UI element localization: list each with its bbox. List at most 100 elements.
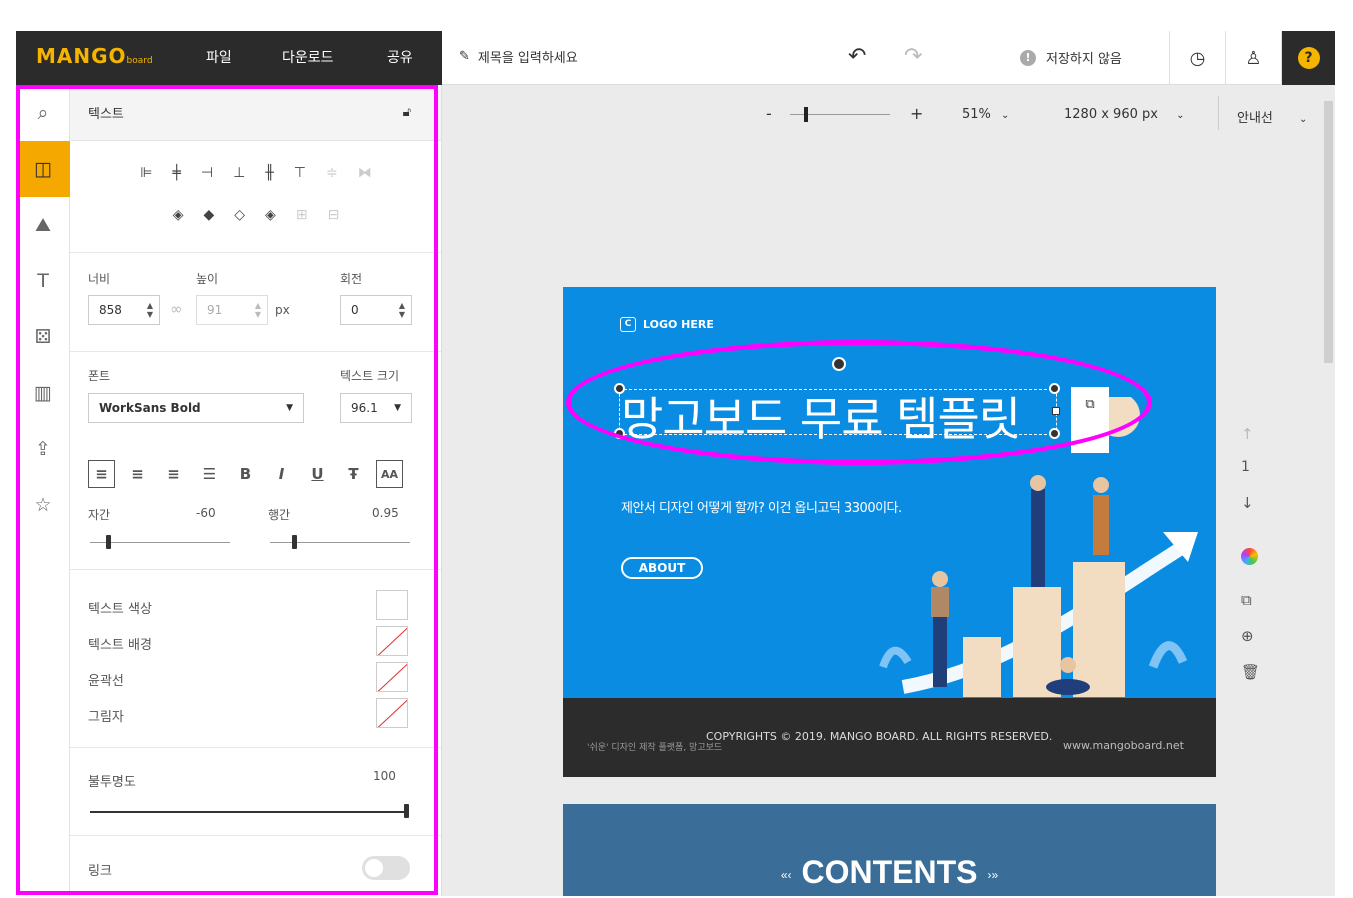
outline-swatch[interactable]	[376, 662, 408, 692]
bar-1	[963, 637, 1001, 697]
layout-icon[interactable]: ◫	[16, 141, 70, 197]
user-icon[interactable]: ♙	[1225, 31, 1281, 85]
color-section: 텍스트 색상 텍스트 배경 윤곽선 그림자	[70, 570, 441, 748]
redo-icon[interactable]: ↷	[904, 44, 922, 69]
bar-3	[1073, 562, 1125, 697]
letter-spacing-label: 자간	[88, 508, 111, 522]
zoom-select[interactable]: 51% ⌄	[962, 107, 1009, 122]
lock-icon[interactable]: 🔓︎	[403, 105, 411, 120]
help-button[interactable]: ?	[1281, 31, 1335, 85]
send-back-icon[interactable]: ◈	[265, 207, 276, 223]
line-height-handle[interactable]	[292, 535, 297, 549]
delete-page-icon[interactable]: 🗑︎	[1241, 663, 1260, 681]
font-select[interactable]: WorkSans Bold ▼	[88, 393, 304, 423]
top-bar-menu: MANGOboard 파일 다운로드 공유	[16, 31, 442, 85]
highlight-headline-ellipse	[566, 340, 1152, 465]
image-icon[interactable]: ⛰	[16, 197, 70, 253]
page-size-select[interactable]: 1280 x 960 px ⌄	[1064, 107, 1184, 122]
distribute-horizontal-icon[interactable]: ⧓	[358, 165, 372, 181]
figure-face	[1030, 475, 1046, 491]
letter-spacing-slider[interactable]	[90, 542, 230, 543]
undo-icon[interactable]: ↶	[848, 44, 866, 69]
menu-file[interactable]: 파일	[206, 47, 232, 67]
editor-app: MANGOboard 파일 다운로드 공유 ✎ 제목을 입력하세요 ↶ ↷ ! …	[16, 31, 1335, 896]
rotation-input[interactable]: 0 ▲ ▼	[340, 295, 412, 325]
bold-button[interactable]: B	[232, 460, 259, 488]
contents-heading[interactable]: «‹ CONTENTS ›»	[563, 854, 1216, 891]
page-up-icon[interactable]: ↑	[1241, 425, 1254, 443]
leaf-shape	[879, 646, 912, 669]
width-input[interactable]: 858 ▲ ▼	[88, 295, 160, 325]
element-icon[interactable]: ⚄	[16, 309, 70, 365]
align-right-icon[interactable]: ⊣	[201, 165, 213, 181]
text-align-right-icon[interactable]: ≡	[160, 460, 187, 488]
zoom-handle[interactable]	[804, 107, 808, 122]
italic-button[interactable]: I	[268, 460, 295, 488]
font-size-select[interactable]: 96.1 ▼	[340, 393, 412, 423]
chart-icon[interactable]: ▥	[16, 365, 70, 421]
save-status: ! 저장하지 않음	[1020, 48, 1122, 67]
align-middle-icon[interactable]: ╫	[265, 165, 273, 181]
guides-select[interactable]: 안내선 ⌄	[1237, 107, 1307, 126]
site-url[interactable]: www.mangoboard.net	[1063, 739, 1184, 752]
align-left-icon[interactable]: ⊫	[140, 165, 152, 181]
search-icon[interactable]: ⌕	[16, 85, 70, 141]
warning-icon: !	[1020, 49, 1036, 66]
text-justify-icon[interactable]: ☰	[196, 460, 223, 488]
add-page-icon[interactable]: ⊕	[1241, 627, 1254, 645]
vertical-scrollbar[interactable]	[1320, 89, 1334, 896]
ungroup-icon[interactable]: ⊟	[328, 207, 340, 223]
menu-share[interactable]: 공유	[387, 47, 413, 67]
zoom-out-button[interactable]: -	[766, 104, 772, 123]
design-page-2[interactable]: «‹ CONTENTS ›»	[563, 804, 1216, 896]
about-button[interactable]: ABOUT	[621, 557, 703, 579]
shadow-swatch[interactable]	[376, 698, 408, 728]
link-toggle[interactable]	[362, 856, 410, 880]
menu-download[interactable]: 다운로드	[282, 47, 334, 67]
bring-front-icon[interactable]: ◈	[173, 207, 184, 223]
width-stepper-icon[interactable]: ▲ ▼	[147, 301, 153, 319]
send-backward-icon[interactable]: ◇	[234, 207, 245, 223]
color-wheel-icon[interactable]	[1241, 548, 1258, 569]
uppercase-button[interactable]: AA	[376, 460, 403, 488]
text-align-center-icon[interactable]: ≡	[124, 460, 151, 488]
rotation-stepper-icon[interactable]: ▲ ▼	[399, 301, 405, 319]
upload-icon[interactable]: ⇪	[16, 421, 70, 477]
text-color-swatch[interactable]	[376, 590, 408, 620]
logo-placeholder[interactable]: C LOGO HERE	[620, 317, 714, 332]
page-down-icon[interactable]: ↓	[1241, 494, 1254, 512]
star-icon[interactable]: ☆	[16, 477, 70, 533]
align-top-icon[interactable]: ⊤	[294, 165, 306, 181]
copyright-text[interactable]: COPYRIGHTS © 2019. MANGO BOARD. ALL RIGH…	[706, 730, 1052, 743]
text-properties-panel: 텍스트 🔓︎ ⊫ ╪ ⊣ ⊥ ╫ ⊤ ≑ ⧓ ◈ ◆ ◇ ◈ ⊞ ⊟ 너비 높이…	[70, 85, 442, 896]
align-center-icon[interactable]: ╪	[172, 165, 180, 181]
height-input[interactable]: 91 ▲ ▼	[196, 295, 268, 325]
opacity-slider[interactable]	[90, 811, 408, 813]
subtext[interactable]: 제안서 디자인 어떻게 할까? 이건 옵니고딕 3300이다.	[621, 497, 902, 516]
group-icon[interactable]: ⊞	[296, 207, 308, 223]
figure-dress	[1093, 495, 1109, 555]
opacity-handle[interactable]	[404, 804, 409, 818]
distribute-vertical-icon[interactable]: ≑	[326, 165, 338, 181]
align-bottom-icon[interactable]: ⊥	[233, 165, 245, 181]
bring-forward-icon[interactable]: ◆	[203, 207, 214, 223]
strikethrough-icon[interactable]: Ŧ	[340, 460, 367, 488]
copyright-c-icon: C	[620, 317, 636, 332]
font-label: 폰트	[88, 369, 111, 383]
tagline[interactable]: '쉬운' 디자인 제작 플랫폼, 망고보드	[587, 740, 722, 753]
mango-logo[interactable]: MANGOboard	[36, 44, 153, 68]
height-stepper-icon[interactable]: ▲ ▼	[255, 301, 261, 319]
underline-button[interactable]: U	[304, 460, 331, 488]
history-icon[interactable]: ◷	[1169, 31, 1225, 85]
zoom-in-button[interactable]: +	[910, 104, 923, 123]
text-align-left-icon[interactable]: ≡	[88, 460, 115, 488]
duplicate-page-icon[interactable]: ⧉	[1241, 591, 1252, 609]
scroll-thumb[interactable]	[1324, 101, 1333, 363]
line-height-slider[interactable]	[270, 542, 410, 543]
letter-spacing-handle[interactable]	[106, 535, 111, 549]
text-icon[interactable]: T	[16, 253, 70, 309]
title-field[interactable]: ✎ 제목을 입력하세요	[459, 47, 578, 66]
shadow-label: 그림자	[88, 710, 124, 725]
text-bg-swatch[interactable]	[376, 626, 408, 656]
link-ratio-icon[interactable]: ∞	[170, 300, 183, 318]
